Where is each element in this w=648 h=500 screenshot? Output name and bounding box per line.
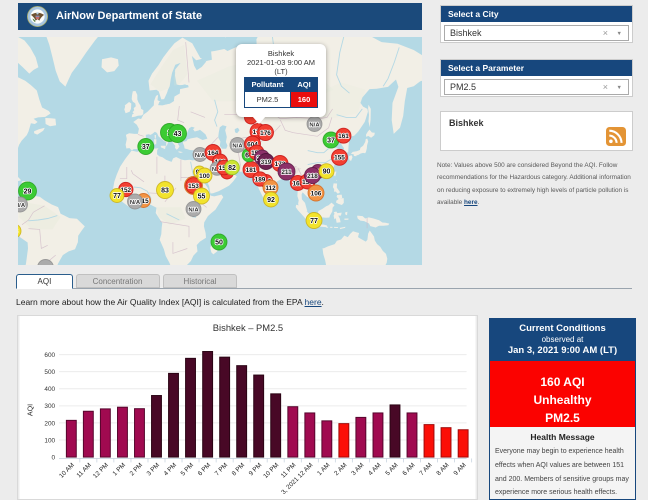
svg-text:218: 218	[307, 173, 318, 180]
svg-text:100: 100	[44, 437, 55, 444]
svg-text:N/A: N/A	[130, 200, 141, 206]
svg-text:55: 55	[198, 193, 206, 200]
svg-text:N/A: N/A	[309, 122, 320, 128]
svg-text:82: 82	[228, 165, 236, 172]
svg-text:N/A: N/A	[188, 207, 199, 213]
svg-text:0: 0	[52, 454, 56, 461]
svg-text:77: 77	[310, 218, 318, 225]
svg-text:83: 83	[161, 187, 169, 194]
svg-text:N/A: N/A	[232, 143, 243, 149]
svg-text:106: 106	[311, 190, 322, 197]
svg-text:200: 200	[44, 420, 55, 427]
svg-text:50: 50	[215, 239, 223, 246]
svg-text:N/A: N/A	[18, 203, 26, 209]
svg-text:43: 43	[174, 131, 182, 138]
svg-text:176: 176	[260, 130, 271, 137]
svg-text:181: 181	[246, 167, 257, 174]
svg-text:189: 189	[255, 176, 266, 183]
svg-text:500: 500	[44, 369, 55, 376]
svg-text:112: 112	[265, 185, 276, 192]
svg-text:37: 37	[327, 137, 335, 144]
svg-text:AQI: AQI	[26, 404, 34, 416]
svg-text:100: 100	[199, 173, 210, 180]
svg-text:319: 319	[261, 159, 272, 166]
svg-text:37: 37	[142, 144, 150, 151]
svg-text:300: 300	[44, 403, 55, 410]
svg-text:211: 211	[281, 169, 292, 176]
svg-text:Bishkek – PM2.5: Bishkek – PM2.5	[213, 322, 283, 333]
svg-text:92: 92	[267, 197, 275, 204]
svg-text:N/A: N/A	[195, 153, 206, 159]
svg-text:400: 400	[44, 386, 55, 393]
svg-text:90: 90	[323, 169, 331, 176]
svg-text:29: 29	[24, 188, 32, 195]
svg-text:161: 161	[338, 133, 349, 140]
svg-text:155: 155	[334, 155, 345, 162]
svg-text:600: 600	[44, 352, 55, 359]
svg-text:77: 77	[113, 193, 121, 200]
